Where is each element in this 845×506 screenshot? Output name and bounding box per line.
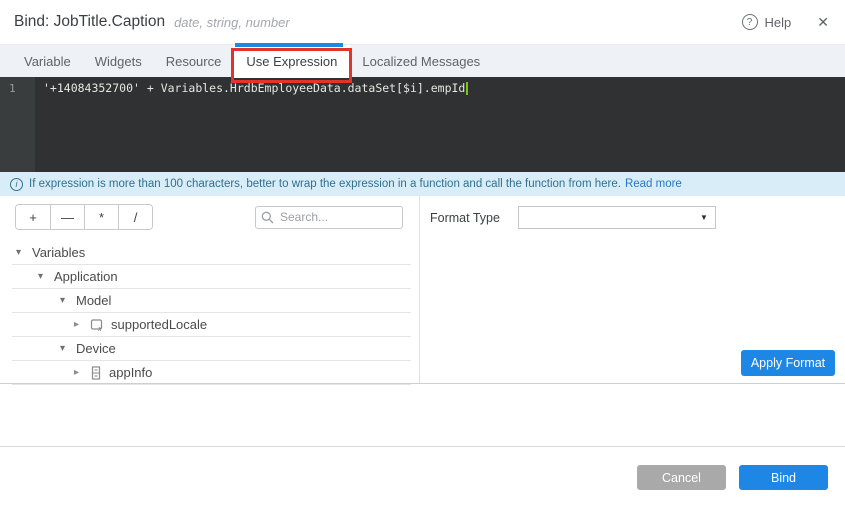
tree-item-label: Device (76, 341, 116, 356)
search-input[interactable] (255, 206, 403, 229)
search-box (255, 206, 403, 229)
dialog-title: Bind: JobTitle.Caption (14, 13, 165, 31)
tree-item-model[interactable]: ▾ Model (12, 289, 411, 313)
plus-operator-button[interactable]: + (16, 205, 50, 229)
chevron-down-icon[interactable]: ▾ (16, 247, 32, 258)
multiply-operator-button[interactable]: * (84, 205, 118, 229)
operator-group: + — * / (15, 204, 153, 230)
tree-item-device[interactable]: ▾ Device (12, 337, 411, 361)
active-tab-indicator (235, 43, 343, 47)
tree-item-application[interactable]: ▾ Application (12, 265, 411, 289)
tab-bar: Variable Widgets Resource Use Expression… (0, 44, 845, 77)
array-icon: x (90, 318, 104, 332)
tree-item-appinfo[interactable]: ▸ appInfo (12, 361, 411, 385)
tree-item-label: supportedLocale (111, 317, 207, 332)
bind-button[interactable]: Bind (739, 465, 828, 490)
tab-use-expression[interactable]: Use Expression (233, 45, 350, 78)
header-actions: ? Help ✕ (742, 14, 829, 30)
info-icon: i (10, 178, 23, 191)
chevron-down-icon[interactable]: ▾ (60, 295, 76, 306)
svg-text:x: x (97, 324, 102, 332)
text-cursor (466, 82, 468, 95)
variables-panel: + — * / ▾ Variables ▾ (0, 196, 420, 383)
tab-localized-messages[interactable]: Localized Messages (350, 45, 492, 78)
close-icon[interactable]: ✕ (817, 15, 829, 29)
info-banner: i If expression is more than 100 charact… (0, 172, 845, 196)
empty-region (0, 384, 845, 446)
format-type-row: Format Type ▼ (430, 206, 845, 229)
chevron-down-icon[interactable]: ▾ (38, 271, 54, 282)
divide-operator-button[interactable]: / (118, 205, 152, 229)
dialog-footer: Cancel Bind (0, 446, 845, 506)
chevron-down-icon[interactable]: ▾ (60, 343, 76, 354)
help-icon[interactable]: ? (742, 14, 758, 30)
code-area[interactable]: '+14084352700' + Variables.HrdbEmployeeD… (35, 77, 845, 172)
tree-item-label: Model (76, 293, 111, 308)
format-panel: Format Type ▼ Apply Format (420, 196, 845, 383)
read-more-link[interactable]: Read more (625, 178, 682, 190)
dialog-header: Bind: JobTitle.Caption date, string, num… (0, 0, 845, 44)
apply-format-button[interactable]: Apply Format (741, 350, 835, 376)
format-type-label: Format Type (430, 211, 500, 225)
code-line: '+14084352700' + Variables.HrdbEmployeeD… (43, 81, 465, 95)
dropdown-arrow-icon: ▼ (700, 213, 708, 222)
editor-gutter: 1 (0, 77, 35, 172)
info-message: If expression is more than 100 character… (29, 178, 621, 190)
tree-item-label: appInfo (109, 365, 152, 380)
tree-item-label: Application (54, 269, 118, 284)
minus-operator-button[interactable]: — (50, 205, 84, 229)
help-button[interactable]: Help (765, 15, 792, 30)
line-number: 1 (9, 82, 16, 95)
object-icon (90, 366, 102, 380)
chevron-right-icon[interactable]: ▸ (74, 319, 90, 330)
variables-tree: ▾ Variables ▾ Application ▾ Model ▸ x su… (12, 241, 411, 385)
expression-editor[interactable]: 1 '+14084352700' + Variables.HrdbEmploye… (0, 77, 845, 172)
chevron-right-icon[interactable]: ▸ (74, 367, 90, 378)
tab-resource[interactable]: Resource (154, 45, 234, 78)
tab-use-expression-label: Use Expression (246, 54, 337, 69)
cancel-button[interactable]: Cancel (637, 465, 726, 490)
tab-variable[interactable]: Variable (12, 45, 83, 78)
tree-item-supportedlocale[interactable]: ▸ x supportedLocale (12, 313, 411, 337)
search-icon (261, 211, 274, 229)
main-region: + — * / ▾ Variables ▾ (0, 196, 845, 384)
expression-toolbar: + — * / (15, 204, 403, 230)
bind-dialog: Bind: JobTitle.Caption date, string, num… (0, 0, 845, 506)
tree-item-label: Variables (32, 245, 85, 260)
format-type-select[interactable]: ▼ (518, 206, 716, 229)
type-hint: date, string, number (174, 15, 290, 30)
tree-item-variables[interactable]: ▾ Variables (12, 241, 411, 265)
tab-widgets[interactable]: Widgets (83, 45, 154, 78)
